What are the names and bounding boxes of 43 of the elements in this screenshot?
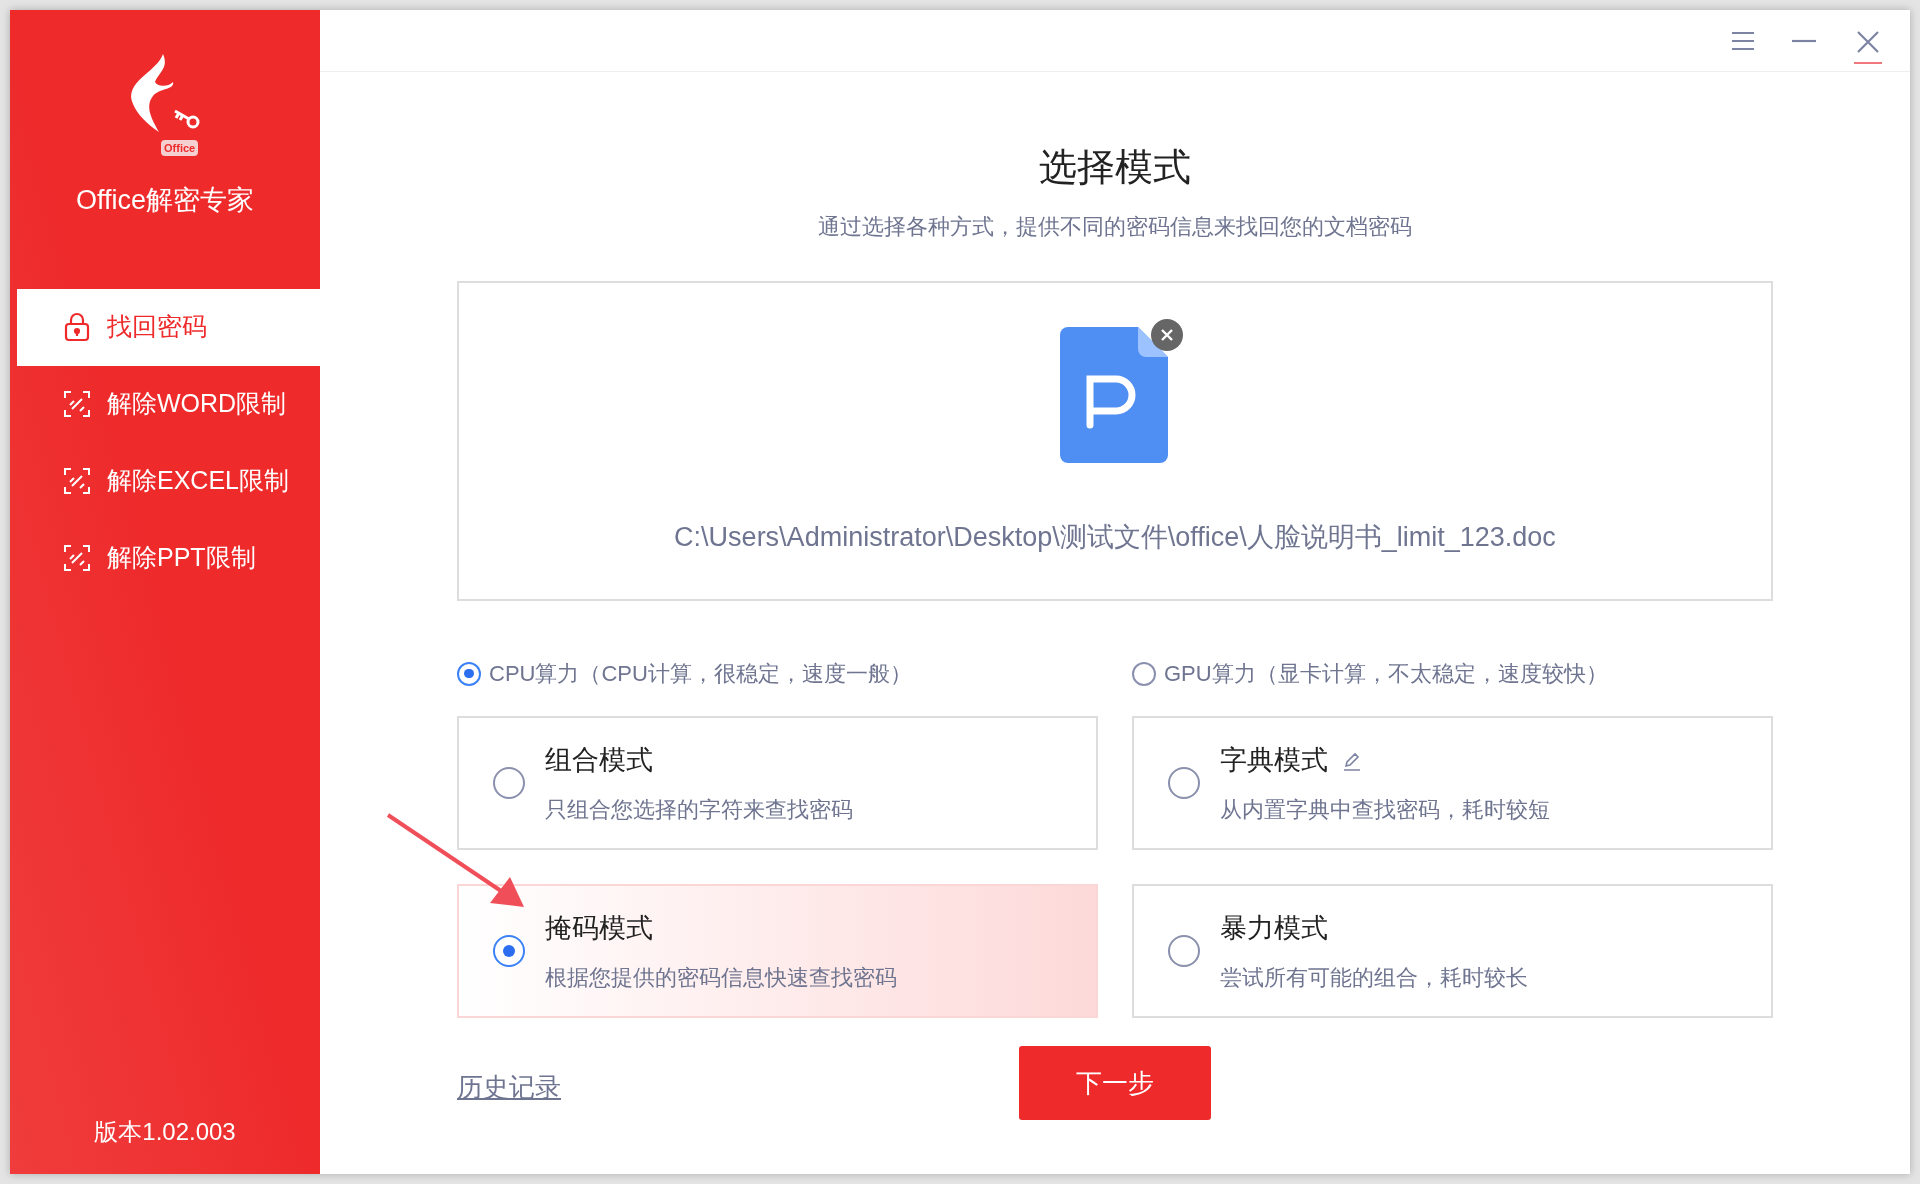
minimize-icon[interactable]	[1792, 38, 1816, 43]
mode-card[interactable]: 暴力模式 尝试所有可能的组合，耗时较长	[1132, 884, 1773, 1018]
compute-option-label: GPU算力（显卡计算，不太稳定，速度较快）	[1164, 660, 1608, 688]
sidebar-item[interactable]: 解除WORD限制	[17, 365, 320, 443]
sidebar-item[interactable]: 找回密码	[17, 288, 320, 366]
radio-button[interactable]	[1168, 767, 1200, 799]
mode-title: 掩码模式	[545, 912, 653, 946]
radio-button[interactable]	[493, 935, 525, 967]
sidebar-item[interactable]: 解除PPT限制	[17, 519, 320, 597]
version-label: 版本1.02.003	[93, 1117, 237, 1147]
mode-title: 暴力模式	[1220, 912, 1328, 946]
next-button[interactable]: 下一步	[1019, 1046, 1211, 1120]
app-name: Office解密专家	[76, 184, 254, 217]
mode-title: 字典模式	[1220, 744, 1328, 778]
mode-description: 尝试所有可能的组合，耗时较长	[1220, 963, 1528, 992]
page-title: 选择模式	[1039, 148, 1191, 186]
mode-title: 组合模式	[545, 744, 653, 778]
close-icon[interactable]	[1856, 29, 1880, 54]
logo-badge: Office	[161, 140, 199, 156]
edit-icon[interactable]	[1342, 750, 1362, 771]
unlink-icon	[63, 467, 91, 495]
page-subtitle: 通过选择各种方式，提供不同的密码信息来找回您的文档密码	[818, 213, 1412, 241]
radio-button[interactable]	[457, 661, 481, 686]
unlink-icon	[63, 390, 91, 418]
file-path: C:\Users\Administrator\Desktop\测试文件\office\人脸说明书_limit_123.doc	[674, 521, 1556, 554]
mode-description: 根据您提供的密码信息快速查找密码	[545, 963, 897, 992]
mode-description: 从内置字典中查找密码，耗时较短	[1220, 795, 1550, 824]
unlink-icon	[63, 544, 91, 572]
x-icon	[1161, 329, 1173, 341]
sidebar-item[interactable]: 解除EXCEL限制	[17, 442, 320, 520]
lock-icon	[63, 312, 91, 342]
mode-card[interactable]: 组合模式 只组合您选择的字符来查找密码	[457, 716, 1098, 850]
radio-button[interactable]	[1168, 935, 1200, 967]
mode-card[interactable]: 字典模式 从内置字典中查找密码，耗时较短	[1132, 716, 1773, 850]
radio-button[interactable]	[493, 767, 525, 799]
mode-card[interactable]: 掩码模式 根据您提供的密码信息快速查找密码	[457, 884, 1098, 1018]
document-icon	[1060, 327, 1168, 463]
history-link[interactable]: 历史记录	[457, 1068, 561, 1107]
menu-icon[interactable]	[1732, 30, 1754, 51]
radio-button[interactable]	[1132, 661, 1156, 686]
remove-file-button[interactable]	[1151, 319, 1183, 351]
compute-option-label: CPU算力（CPU计算，很稳定，速度一般）	[489, 660, 912, 688]
mode-description: 只组合您选择的字符来查找密码	[545, 795, 853, 824]
